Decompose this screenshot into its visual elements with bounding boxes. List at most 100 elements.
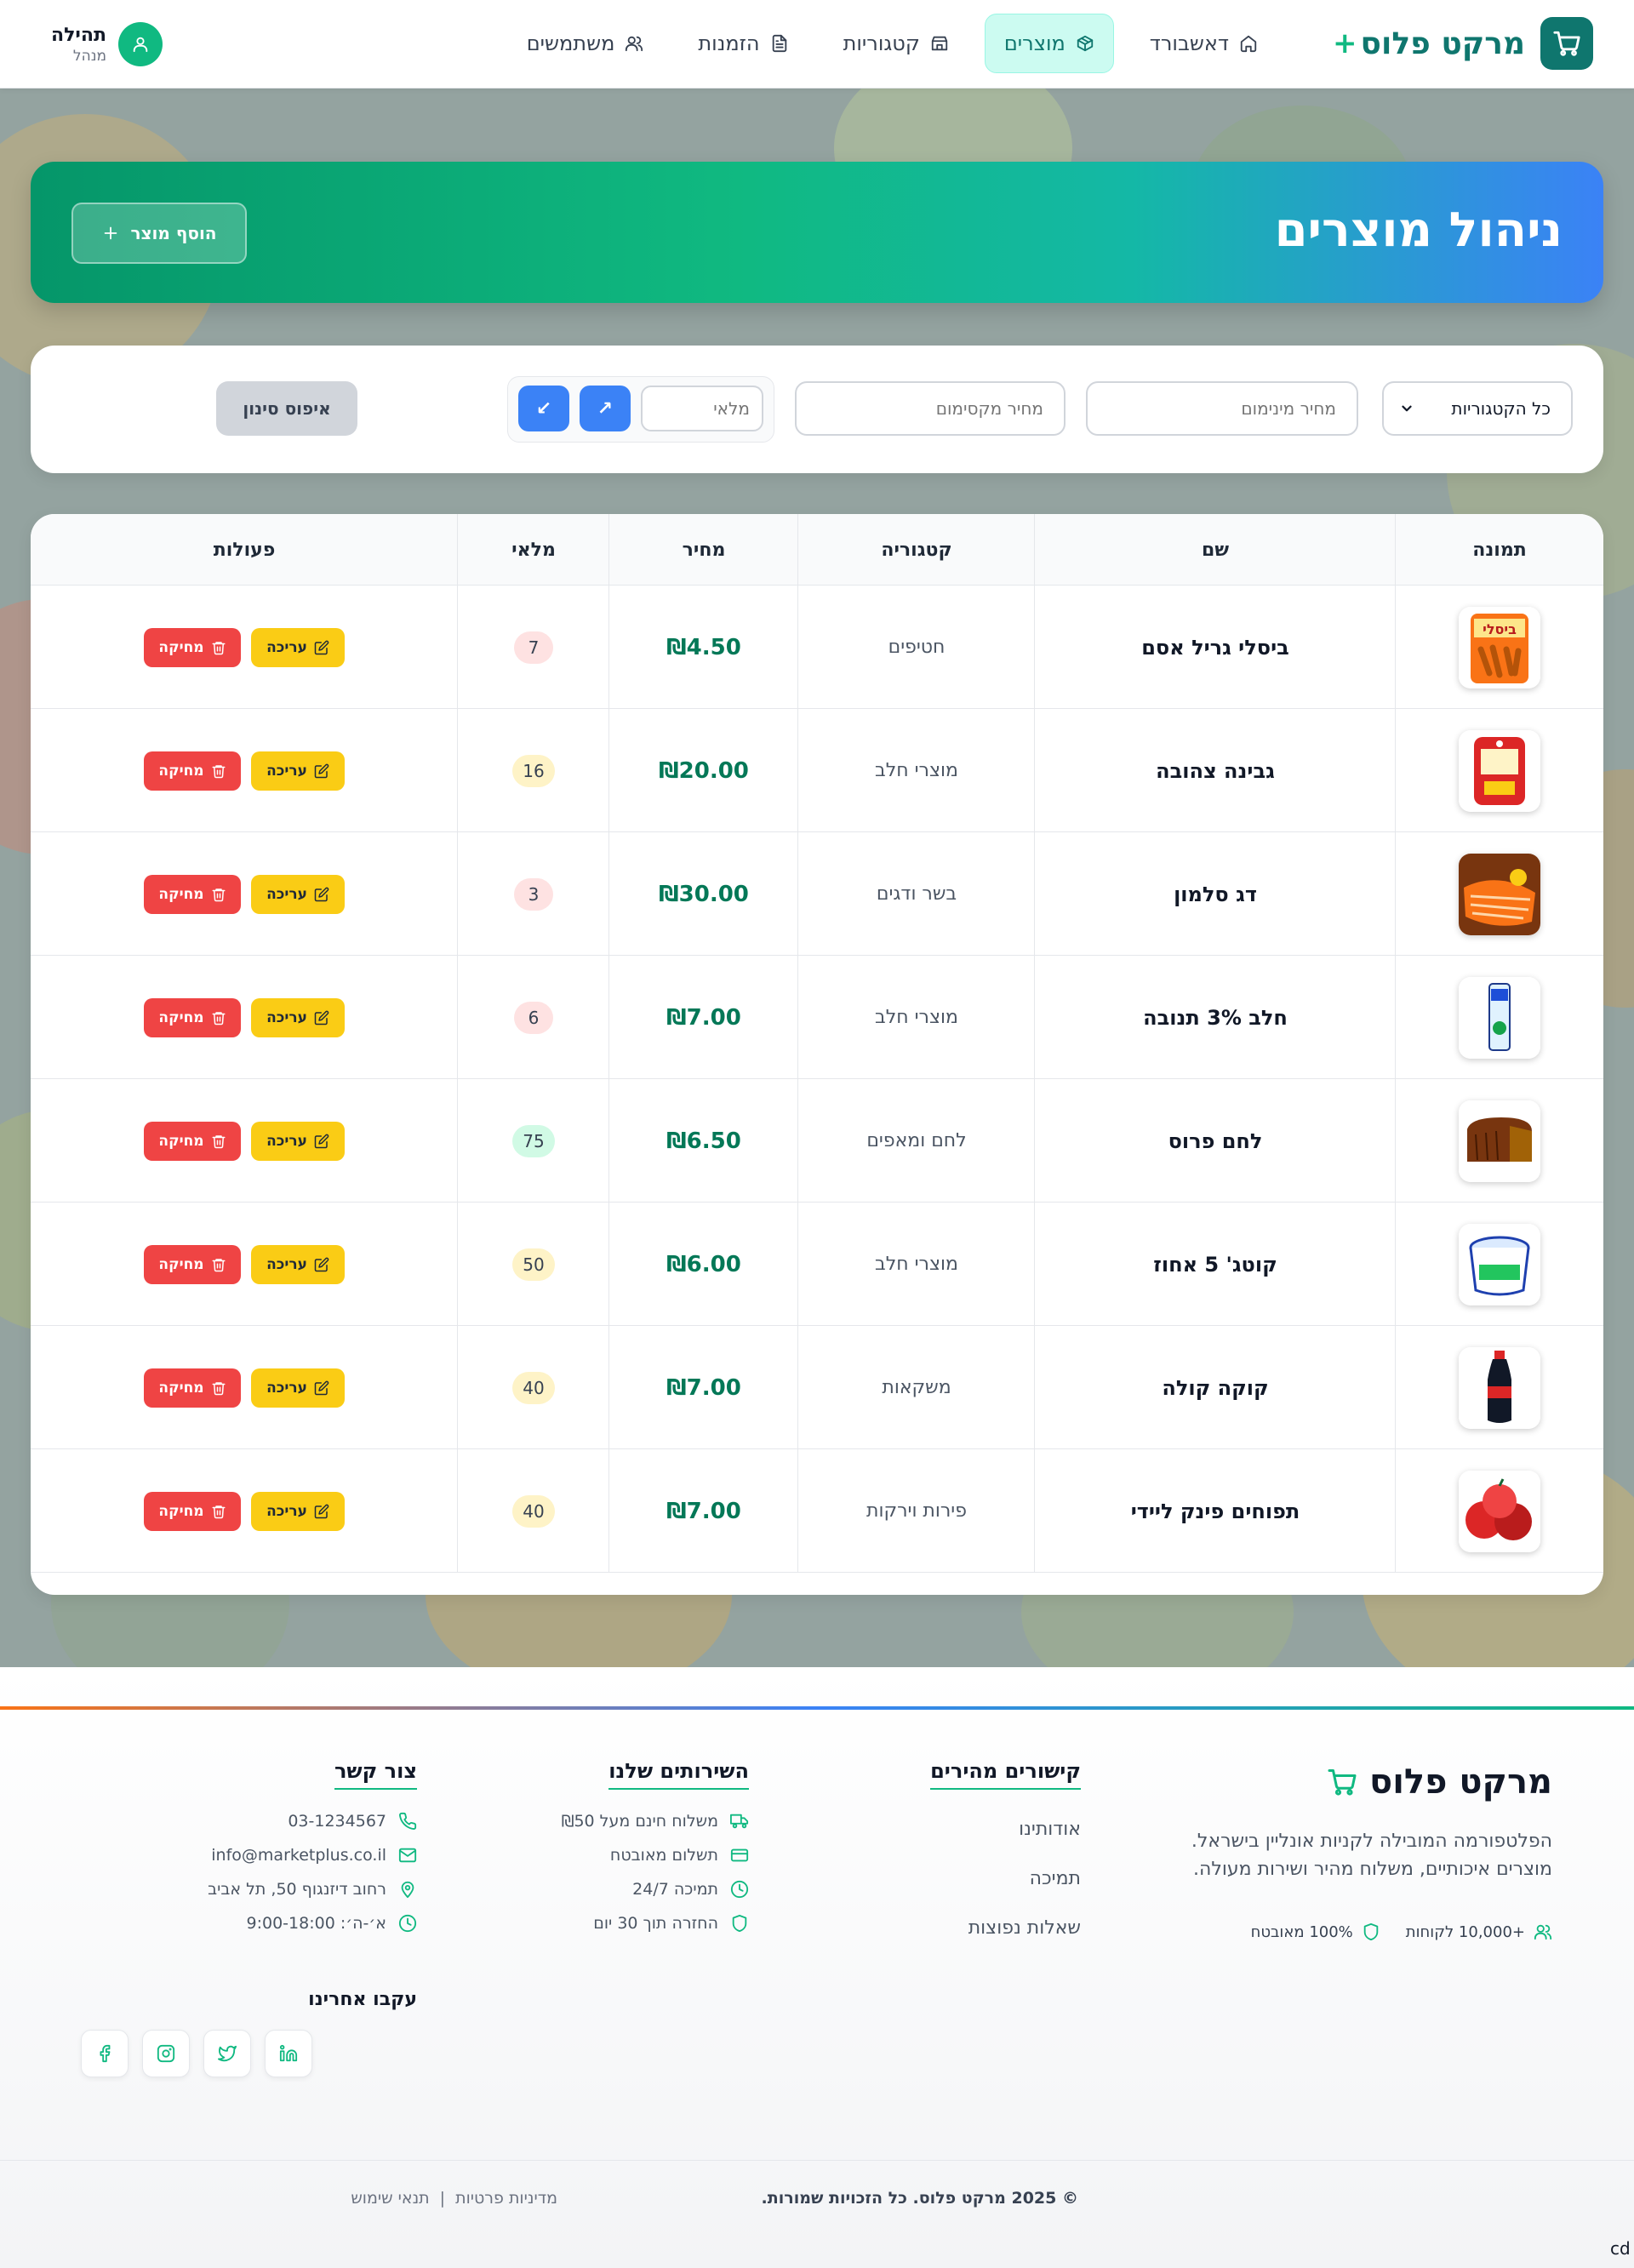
nav-dashboard[interactable]: דאשבורד (1131, 14, 1277, 73)
edit-button[interactable]: עריכה (251, 874, 345, 914)
contact-item: 03-1234567 (288, 1812, 417, 1831)
product-price: ₪20.00 (659, 757, 749, 784)
service-label: משלוח חינם מעל ₪50 (561, 1812, 718, 1831)
user-menu[interactable]: תהילה מנהל (51, 22, 163, 66)
shield-icon (1363, 1922, 1379, 1941)
arrow-up-right-icon: ↗ (597, 397, 614, 420)
reset-filter-button[interactable]: איפוס סינון (216, 381, 357, 436)
contact-title: צור קשר (334, 1759, 417, 1790)
brand-logo[interactable]: מרקט פלוס + (1333, 17, 1593, 70)
table-row: דג סלמון בשר ודגים ₪30.00 3 עריכה מחיקה (31, 832, 1603, 956)
footer-link-about[interactable]: אודותינו (1019, 1819, 1081, 1840)
edit-label: עריכה (266, 1502, 307, 1520)
stock-badge: 16 (512, 754, 555, 787)
trash-icon (212, 1258, 226, 1271)
product-category: בשר ודגים (876, 883, 957, 905)
footer-desc-line: הפלטפורמה המובילה לקניות אונליין בישראל. (1191, 1831, 1552, 1852)
cell-stock: 3 (458, 832, 609, 956)
terms-link[interactable]: תנאי שימוש (351, 2189, 429, 2208)
delete-button[interactable]: מחיקה (144, 627, 241, 667)
twitter-icon[interactable] (203, 2030, 251, 2077)
facebook-icon[interactable] (81, 2030, 129, 2077)
product-name: תפוחים פינק ליידי (1130, 1499, 1300, 1523)
cell-price: ₪7.00 (609, 1326, 798, 1449)
cell-category: מוצרי חלב (798, 956, 1035, 1079)
product-name: חלב 3% תנובה (1143, 1005, 1288, 1030)
footer-link-faq[interactable]: שאלות נפוצות (968, 1917, 1081, 1939)
contact-label: 03-1234567 (288, 1812, 386, 1831)
table-row: לחם פרוס לחם ומאפים ₪6.50 75 עריכה מחיקה (31, 1079, 1603, 1203)
header-category: קטגוריה (881, 539, 952, 561)
contact-item[interactable]: info@marketplus.co.il (211, 1846, 417, 1865)
product-price: ₪7.00 (666, 1004, 741, 1031)
footer-link-support[interactable]: תמיכה (1030, 1868, 1081, 1889)
cell-price: ₪20.00 (609, 709, 798, 832)
max-price-input[interactable] (795, 381, 1066, 436)
cell-image (1396, 1449, 1603, 1573)
pencil-icon (314, 1134, 329, 1148)
edit-button[interactable]: עריכה (251, 1244, 345, 1284)
delete-button[interactable]: מחיקה (144, 1244, 241, 1284)
sort-down-button[interactable]: ↙ (518, 386, 569, 431)
delete-label: מחיקה (158, 1255, 204, 1273)
min-price-input[interactable] (1086, 381, 1358, 436)
service-label: החזרה תוך 30 יום (593, 1914, 718, 1933)
instagram-icon[interactable] (142, 2030, 190, 2077)
contact-item: רחוב דיזנגוף 50, תל אביב (208, 1880, 417, 1899)
stock-badge: 6 (514, 1001, 553, 1034)
edit-button[interactable]: עריכה (251, 1121, 345, 1161)
delete-button[interactable]: מחיקה (144, 1368, 241, 1408)
edit-label: עריכה (266, 885, 307, 903)
product-category: פירות וירקות (866, 1500, 967, 1522)
footer-stats: +10,000 לקוחות 100% מאובטח (1251, 1922, 1552, 1941)
add-product-button[interactable]: הוסף מוצר (71, 203, 247, 264)
edit-button[interactable]: עריכה (251, 997, 345, 1037)
legal-links: מדיניות פרטיות | תנאי שימוש (351, 2189, 557, 2208)
store-icon (931, 36, 948, 51)
avatar[interactable] (118, 22, 163, 66)
trash-icon (212, 764, 226, 778)
header-image: תמונה (1472, 539, 1527, 561)
cell-category: משקאות (798, 1326, 1035, 1449)
product-name: ביסלי גריל אסם (1141, 635, 1289, 660)
delete-button[interactable]: מחיקה (144, 1121, 241, 1161)
stat-customers: +10,000 לקוחות (1406, 1922, 1552, 1941)
nav-orders[interactable]: הזמנות (679, 14, 807, 73)
product-image (1459, 853, 1540, 935)
nav-products[interactable]: מוצרים (984, 14, 1114, 73)
cell-category: חטיפים (798, 586, 1035, 709)
nav-label: הזמנות (698, 31, 760, 55)
edit-button[interactable]: עריכה (251, 1368, 345, 1408)
cell-stock: 40 (458, 1326, 609, 1449)
cell-name: לחם פרוס (1035, 1079, 1396, 1203)
nav-label: מוצרים (1003, 31, 1066, 55)
delete-button[interactable]: מחיקה (144, 874, 241, 914)
privacy-link[interactable]: מדיניות פרטיות (455, 2189, 557, 2208)
cell-category: לחם ומאפים (798, 1079, 1035, 1203)
delete-button[interactable]: מחיקה (144, 997, 241, 1037)
footer-desc-line: מוצרים איכותיים, משלוח מהיר ושירות מעולה… (1192, 1859, 1552, 1880)
cell-image (1396, 956, 1603, 1079)
cell-name: גבינה צהובה (1035, 709, 1396, 832)
edit-button[interactable]: עריכה (251, 627, 345, 667)
delete-button[interactable]: מחיקה (144, 751, 241, 791)
nav-categories[interactable]: קטגוריות (825, 14, 968, 73)
sort-up-button[interactable]: ↗ (580, 386, 631, 431)
stock-input[interactable] (641, 386, 763, 431)
category-select[interactable]: כל הקטגוריות (1382, 381, 1573, 436)
edit-button[interactable]: עריכה (251, 1491, 345, 1531)
edit-button[interactable]: עריכה (251, 751, 345, 791)
cell-stock: 16 (458, 709, 609, 832)
pencil-icon (314, 887, 329, 901)
linkedin-icon[interactable] (265, 2030, 312, 2077)
product-image (1459, 1346, 1540, 1429)
service-label: תשלום מאובטח (609, 1846, 718, 1865)
service-item: החזרה תוך 30 יום (593, 1914, 749, 1933)
table-row: תפוחים פינק ליידי פירות וירקות ₪7.00 40 … (31, 1449, 1603, 1573)
pencil-icon (314, 1257, 329, 1271)
delete-button[interactable]: מחיקה (144, 1491, 241, 1531)
copyright: © 2025 מרקט פלוס. כל הזכויות שמורות. (761, 2189, 1078, 2208)
nav-users[interactable]: משתמשים (508, 14, 663, 73)
cell-actions: עריכה מחיקה (31, 1079, 458, 1203)
cell-price: ₪7.00 (609, 956, 798, 1079)
